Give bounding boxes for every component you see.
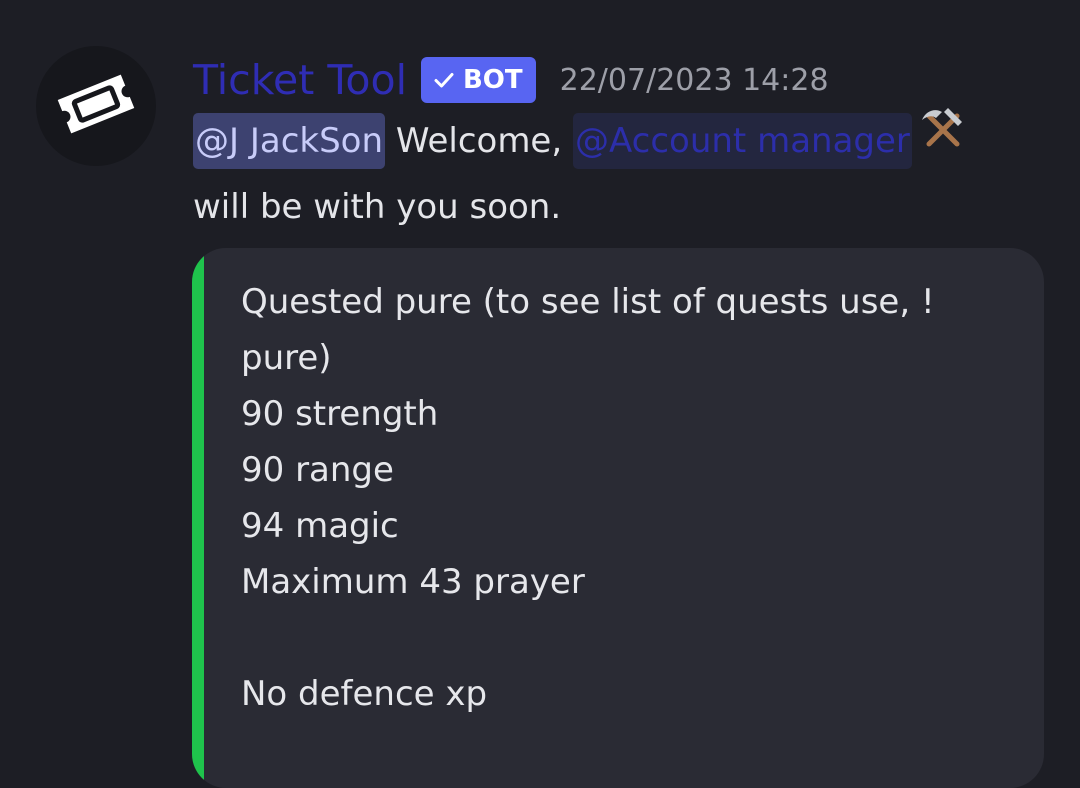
check-icon xyxy=(434,73,454,88)
user-mention[interactable]: @J JackSon xyxy=(193,113,386,169)
embed-description: Quested pure (to see list of quests use,… xyxy=(241,282,935,714)
role-mention[interactable]: @Account manager xyxy=(572,113,912,169)
ticket-icon xyxy=(56,64,136,148)
bot-tag: BOT xyxy=(420,57,536,103)
message-content: @J JackSon Welcome, @Account manager wil… xyxy=(193,108,1053,237)
message-embed: Quested pure (to see list of quests use,… xyxy=(192,248,1044,788)
embed-accent-bar xyxy=(192,248,204,788)
welcome-text: Welcome, xyxy=(395,121,563,161)
suffix-text: will be with you soon. xyxy=(193,187,562,227)
chat-message: Ticket Tool BOT 22/07/2023 14:28 @J Jack… xyxy=(0,0,1080,788)
bot-tag-label: BOT xyxy=(462,65,523,95)
bot-username[interactable]: Ticket Tool xyxy=(193,54,407,106)
message-header: Ticket Tool BOT 22/07/2023 14:28 xyxy=(193,52,829,108)
bot-avatar[interactable] xyxy=(36,46,156,166)
message-timestamp: 22/07/2023 14:28 xyxy=(559,62,829,98)
hammer-and-pick-emoji xyxy=(918,104,968,173)
